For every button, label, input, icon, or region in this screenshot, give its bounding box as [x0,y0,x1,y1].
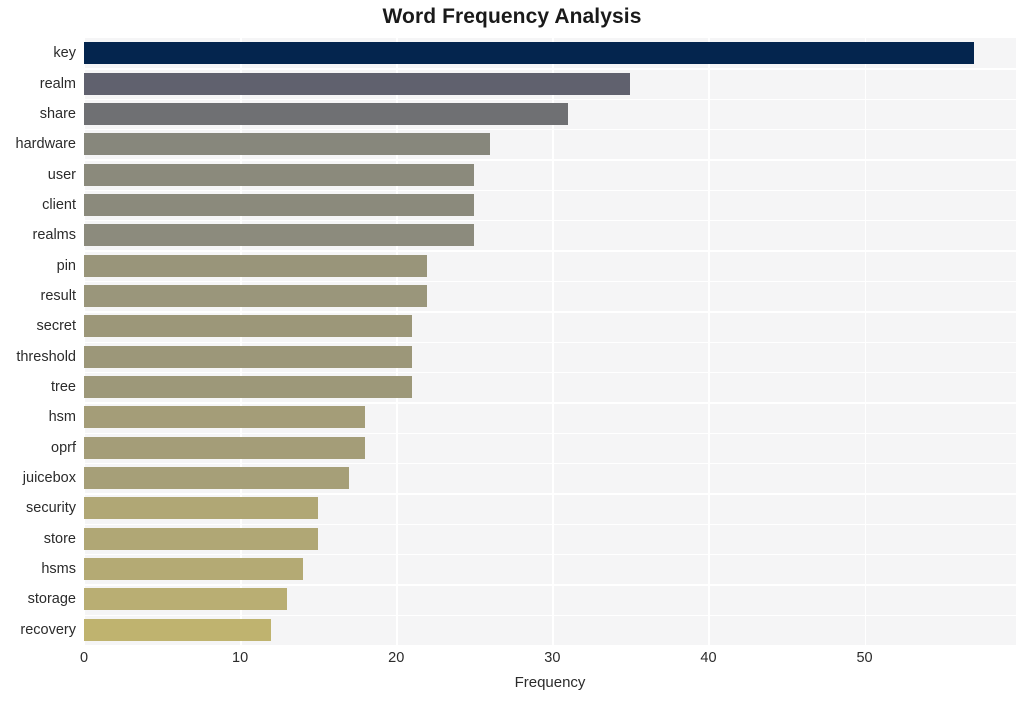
bar [84,618,272,641]
y-axis-tick-label: storage [27,591,76,608]
bar [84,102,568,125]
x-axis-tick-labels: 0 10 20 30 40 50 [0,650,1024,672]
bar [84,497,319,520]
y-axis-tick-label: oprf [51,439,76,456]
x-axis-tick-label: 20 [388,650,405,666]
x-axis-tick-label: 40 [700,650,717,666]
x-axis-title: Frequency [514,674,586,691]
bar [84,345,412,368]
y-axis-tick-label: recovery [20,621,76,638]
bars-layer [84,38,1016,645]
bar [84,163,475,186]
bar [84,558,303,581]
bar [84,376,412,399]
y-axis-tick-label: hardware [15,136,76,153]
bar [84,467,350,490]
y-axis-tick-label: client [42,196,76,213]
y-axis-tick-label: key [53,45,76,62]
x-axis-tick-label: 0 [79,650,89,666]
chart-title: Word Frequency Analysis [382,5,642,28]
bar [84,42,974,65]
y-axis-tick-label: juicebox [22,470,76,487]
x-axis-tick-label: 30 [544,650,561,666]
bar [84,224,475,247]
y-axis-tick-label: threshold [16,348,76,365]
y-axis-tick-label: pin [56,257,76,274]
y-axis-tick-label: user [47,166,76,183]
y-axis-tick-label: realm [39,75,76,92]
bar [84,133,490,156]
bar [84,436,365,459]
y-axis-tick-label: share [39,105,76,122]
x-axis-tick-label: 50 [856,650,873,666]
y-axis-tick-label: security [26,500,76,517]
y-axis-tick-label: realms [32,227,76,244]
chart-root: Word Frequency Analysis key realm share har… [0,0,1024,701]
bar [84,406,365,429]
y-axis-tick-labels: key realm share hardware user client realms pin… [0,38,76,645]
bar [84,254,428,277]
bar [84,527,319,550]
bar [84,588,287,611]
bar [84,72,631,95]
bar [84,315,412,338]
y-axis-tick-label: result [40,287,76,304]
plot-area [84,38,1016,645]
x-axis-tick-label: 10 [232,650,249,666]
y-axis-tick-label: hsm [48,409,76,426]
y-axis-tick-label: hsms [41,561,76,578]
y-axis-tick-label: tree [51,379,76,396]
bar [84,193,475,216]
bar [84,284,428,307]
y-axis-tick-label: secret [36,318,77,335]
y-axis-tick-label: store [43,530,76,547]
